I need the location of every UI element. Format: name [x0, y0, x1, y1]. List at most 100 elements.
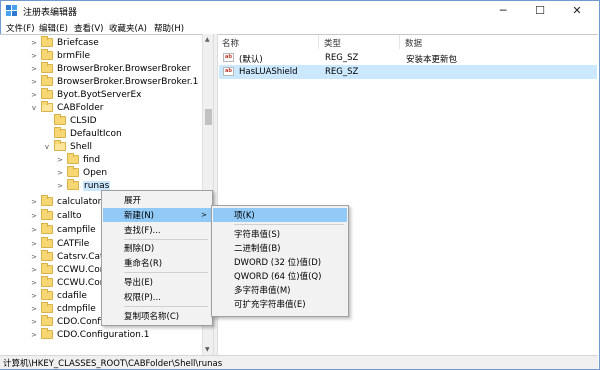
menu-file[interactable]: 文件(F)	[6, 22, 35, 34]
tree-item[interactable]: v CABFolder	[30, 101, 103, 114]
expand-chevron-icon[interactable]: >	[30, 292, 38, 300]
tree-item[interactable]: > campfile	[30, 223, 96, 236]
expand-chevron-icon[interactable]: >	[30, 331, 38, 339]
tree-item[interactable]: > find	[56, 153, 100, 166]
expand-chevron-icon[interactable]: >	[30, 212, 38, 220]
ctx-expand[interactable]: 展开	[103, 193, 211, 207]
folder-open-icon	[41, 101, 53, 112]
expand-chevron-icon[interactable]: >	[30, 253, 38, 261]
expand-chevron-icon[interactable]: >	[30, 305, 38, 313]
menu-favorites[interactable]: 收藏夹(A)	[109, 22, 147, 34]
menu-help[interactable]: 帮助(H)	[154, 22, 184, 34]
menu-separator	[124, 306, 208, 307]
folder-icon	[41, 62, 53, 73]
expand-chevron-icon[interactable]: >	[30, 198, 38, 206]
menu-view[interactable]: 查看(V)	[74, 22, 103, 34]
expand-chevron-icon[interactable]: >	[30, 65, 38, 73]
ctx-find[interactable]: 查找(F)...	[103, 223, 211, 237]
ctx-new[interactable]: 新建(N) >	[103, 208, 211, 222]
folder-icon	[41, 237, 53, 248]
expand-chevron-icon[interactable]: >	[56, 182, 64, 190]
expand-chevron-icon[interactable]: >	[30, 52, 38, 60]
maximize-button[interactable]: ☐	[522, 1, 558, 20]
expand-chevron-icon[interactable]: >	[30, 226, 38, 234]
status-bar: 计算机\HKEY_CLASSES_ROOT\CABFolder\Shell\ru…	[0, 355, 598, 369]
expand-chevron-icon[interactable]: >	[30, 279, 38, 287]
minimize-button[interactable]: ─	[485, 1, 521, 20]
folder-icon	[41, 328, 53, 339]
folder-icon	[41, 302, 53, 313]
ctx-permissions[interactable]: 权限(P)...	[103, 290, 211, 304]
new-binary-value[interactable]: 二进制值(B)	[213, 241, 347, 255]
value-type: REG_SZ	[325, 53, 359, 63]
expand-chevron-icon[interactable]: >	[30, 78, 38, 86]
folder-icon	[41, 223, 53, 234]
new-dword-value[interactable]: DWORD (32 位)值(D)	[213, 255, 347, 269]
ctx-delete[interactable]: 删除(D)	[103, 241, 211, 255]
expand-chevron-icon[interactable]: >	[30, 318, 38, 326]
value-name: HasLUAShield	[239, 67, 298, 77]
column-divider[interactable]	[399, 35, 400, 49]
new-key[interactable]: 项(K)	[213, 208, 347, 222]
folder-icon	[41, 88, 53, 99]
tree-item[interactable]: > CATFile	[30, 237, 89, 250]
collapse-chevron-icon[interactable]: v	[43, 143, 51, 151]
value-name: (默认)	[239, 55, 263, 65]
new-string-value[interactable]: 字符串值(S)	[213, 227, 347, 241]
folder-icon	[41, 209, 53, 220]
column-header-name[interactable]: 名称	[222, 37, 239, 49]
menu-separator	[234, 224, 344, 225]
expand-chevron-icon[interactable]: >	[30, 240, 38, 248]
title-bar: 注册表编辑器 ─ ☐ ✕	[1, 1, 599, 20]
scroll-down-arrow-icon[interactable]: ▼	[205, 346, 210, 353]
ctx-rename[interactable]: 重命名(R)	[103, 256, 211, 270]
new-multi-string-value[interactable]: 多字符串值(M)	[213, 283, 347, 297]
new-expandable-string-value[interactable]: 可扩充字符串值(E)	[213, 297, 347, 311]
menu-edit[interactable]: 编辑(E)	[39, 22, 68, 34]
folder-open-icon	[54, 140, 66, 151]
tree-item[interactable]: > callto	[30, 209, 82, 222]
ctx-copy-key-name[interactable]: 复制项名称(C)	[103, 309, 211, 323]
value-row[interactable]: ab (默认) REG_SZ 安装本更新包	[219, 51, 597, 65]
tree-item[interactable]: > Open	[56, 166, 107, 179]
window-title: 注册表编辑器	[23, 8, 78, 18]
regedit-app-icon	[6, 5, 17, 16]
tree-item[interactable]: v Shell	[43, 140, 92, 153]
expand-chevron-icon[interactable]: >	[56, 156, 64, 164]
close-button[interactable]: ✕	[559, 1, 595, 20]
expand-chevron-icon[interactable]: >	[30, 91, 38, 99]
folder-icon	[67, 166, 79, 177]
context-menu: 展开 新建(N) > 查找(F)... 删除(D) 重命名(R) 导出(E) 权限…	[101, 190, 213, 326]
column-header-type[interactable]: 类型	[324, 37, 341, 49]
tree-item[interactable]: > Byot.ByotServerEx	[30, 88, 141, 101]
column-header-data[interactable]: 数据	[405, 37, 422, 49]
tree-item[interactable]: DefaultIcon	[43, 127, 122, 140]
column-divider[interactable]	[318, 35, 319, 49]
status-path: 计算机\HKEY_CLASSES_ROOT\CABFolder\Shell\ru…	[3, 359, 223, 369]
tree-item[interactable]: > CDO.Configuration.1	[30, 328, 149, 341]
folder-icon	[54, 114, 66, 125]
expand-chevron-icon[interactable]: >	[30, 266, 38, 274]
tree-item[interactable]: > cdafile	[30, 289, 87, 302]
tree-item[interactable]: > Briefcase	[30, 36, 99, 49]
tree-item[interactable]: > BrowserBroker.BrowserBroker.1	[30, 75, 198, 88]
tree-item[interactable]: > cdmpfile	[30, 302, 96, 315]
ctx-export[interactable]: 导出(E)	[103, 275, 211, 289]
tree-item[interactable]: > calculator	[30, 195, 101, 208]
new-qword-value[interactable]: QWORD (64 位)值(Q)	[213, 269, 347, 283]
folder-icon	[41, 289, 53, 300]
value-row-selected[interactable]: ab HasLUAShield REG_SZ	[219, 65, 597, 79]
expand-chevron-icon[interactable]: >	[56, 169, 64, 177]
folder-icon	[41, 36, 53, 47]
tree-scrollbar-thumb[interactable]	[205, 109, 212, 125]
tree-item[interactable]: > BrowserBroker.BrowserBroker	[30, 62, 191, 75]
folder-icon	[67, 153, 79, 164]
tree-item[interactable]: > brmFile	[30, 49, 90, 62]
tree-item[interactable]: CLSID	[43, 114, 97, 127]
string-value-icon: ab	[223, 53, 234, 62]
menu-separator	[124, 272, 208, 273]
folder-icon	[41, 315, 53, 326]
scroll-up-arrow-icon[interactable]: ▲	[205, 36, 210, 43]
expand-chevron-icon[interactable]: >	[30, 39, 38, 47]
collapse-chevron-icon[interactable]: v	[30, 104, 38, 112]
